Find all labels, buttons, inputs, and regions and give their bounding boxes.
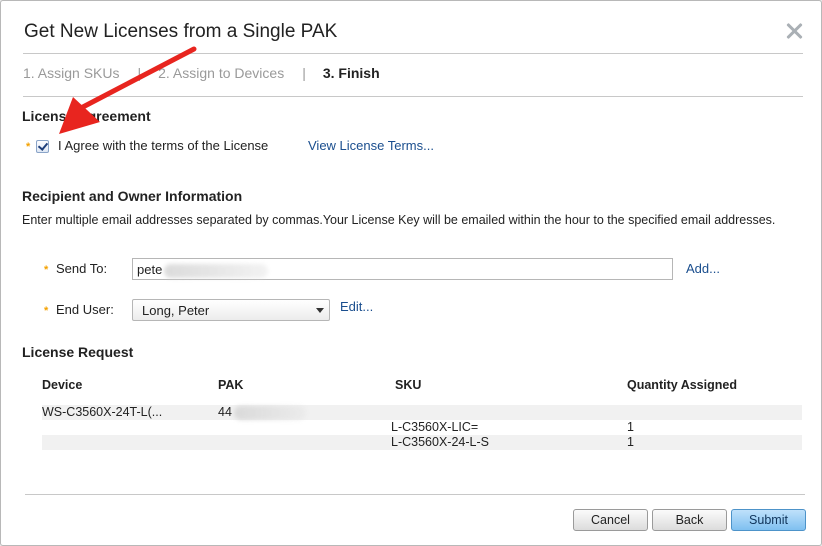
wizard-steps: 1. Assign SKUs | 2. Assign to Devices | 3. F… [23,65,380,81]
pak-value: 44 [218,405,232,419]
send-to-input[interactable]: pete [132,258,673,280]
license-request-heading: License Request [22,344,134,360]
send-to-value: pete [137,262,163,277]
footer-divider [25,494,805,495]
license-dialog: Get New Licenses from a Single PAK 1. As… [0,0,822,546]
view-license-terms-link[interactable]: View License Terms... [308,138,434,153]
quantity-cell: 1 [627,420,634,434]
chevron-down-icon [316,308,324,313]
close-icon[interactable] [783,20,805,42]
pak-cell: 44 [218,405,306,420]
recipient-description: Enter multiple email addresses separated… [22,213,776,227]
add-recipient-link[interactable]: Add... [686,261,720,276]
end-user-value: Long, Peter [142,303,210,318]
end-user-select[interactable]: Long, Peter [132,299,330,321]
recipient-heading: Recipient and Owner Information [22,188,243,204]
column-header-sku: SKU [395,378,422,392]
license-agreement-heading: License Agreement [22,108,151,124]
device-cell: WS-C3560X-24T-L(... [42,405,163,419]
redacted-email [164,263,269,278]
send-to-label: Send To: [56,261,108,276]
dialog-title: Get New Licenses from a Single PAK [24,21,338,42]
back-button[interactable]: Back [652,509,727,531]
title-divider [23,53,803,54]
redacted-pak [233,405,306,420]
agree-checkbox[interactable] [36,140,49,153]
end-user-label: End User: [56,302,114,317]
step-assign-devices[interactable]: 2. Assign to Devices [158,65,284,81]
step-separator: | [137,65,142,81]
submit-button[interactable]: Submit [731,509,806,531]
agree-label: I Agree with the terms of the License [58,138,269,153]
column-header-pak: PAK [218,378,244,392]
required-mark: * [26,141,31,153]
edit-end-user-link[interactable]: Edit... [340,299,373,314]
steps-divider [23,96,803,97]
required-mark: * [44,264,49,276]
sku-cell: L-C3560X-LIC= [391,420,479,434]
sku-cell: L-C3560X-24-L-S [391,435,489,449]
step-separator: | [302,65,306,81]
required-mark: * [44,305,49,317]
column-header-device: Device [42,378,83,392]
step-assign-skus[interactable]: 1. Assign SKUs [23,65,120,81]
step-finish[interactable]: 3. Finish [323,65,380,81]
column-header-quantity: Quantity Assigned [627,378,737,392]
cancel-button[interactable]: Cancel [573,509,648,531]
quantity-cell: 1 [627,435,634,449]
